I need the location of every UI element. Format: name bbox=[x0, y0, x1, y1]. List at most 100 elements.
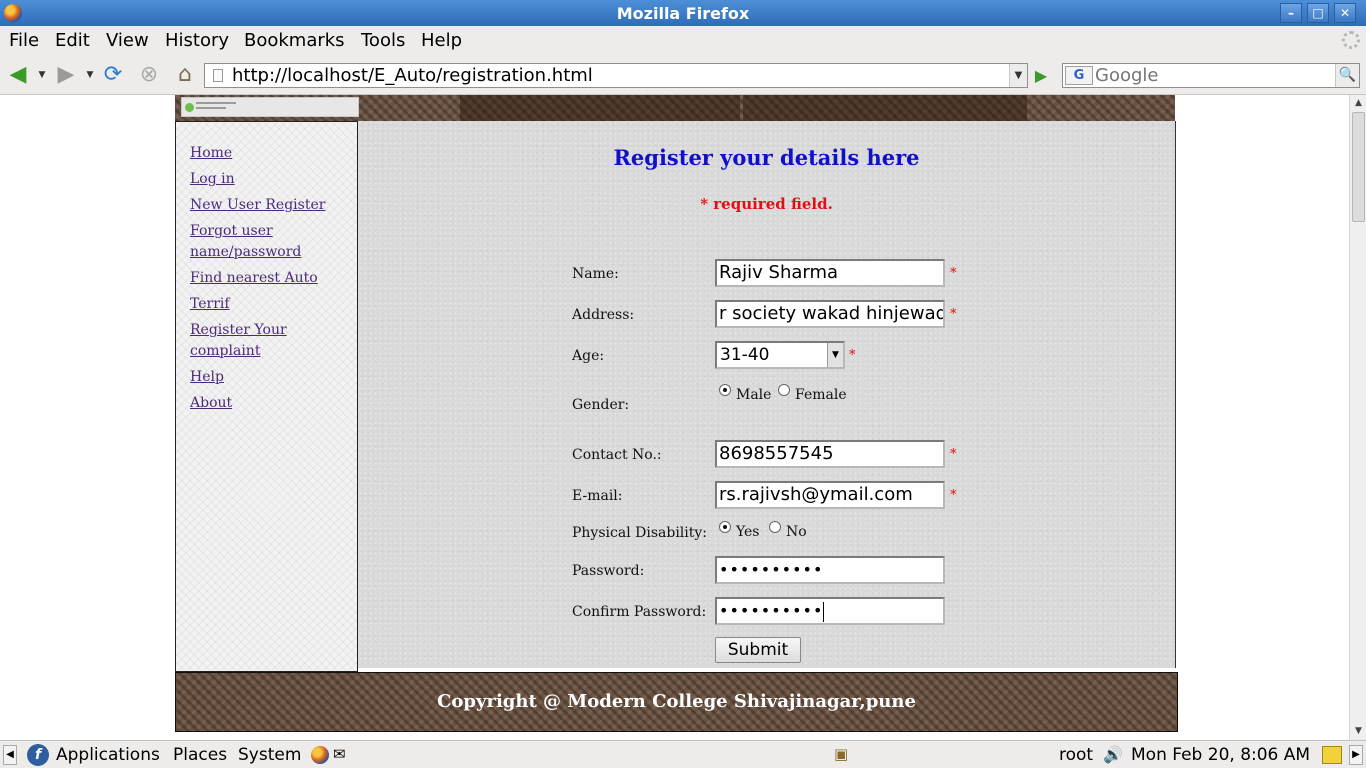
password-field[interactable]: •••••••••• bbox=[715, 556, 945, 584]
gender-female-radio[interactable] bbox=[778, 384, 790, 396]
address-bar[interactable]: http://localhost/E_Auto/registration.htm… bbox=[204, 63, 1028, 88]
sidebar-link-help[interactable]: Help bbox=[190, 367, 350, 388]
panel-scroll-right-icon[interactable]: ▶ bbox=[1349, 745, 1363, 765]
sidebar-link-terrif[interactable]: Terrif bbox=[190, 294, 350, 315]
sidebar-link-register-complaint[interactable]: Register Your complaint bbox=[190, 320, 300, 362]
sidebar-link-forgot-password[interactable]: Forgot user name/password bbox=[190, 221, 310, 263]
required-star: * bbox=[849, 348, 856, 363]
age-select-value: 31-40 bbox=[720, 345, 770, 365]
firefox-launcher-icon[interactable] bbox=[311, 746, 329, 764]
forward-history-dropdown-icon[interactable]: ▼ bbox=[84, 63, 96, 87]
menu-file[interactable]: File bbox=[9, 30, 39, 51]
user-name[interactable]: root bbox=[1059, 745, 1093, 765]
chevron-down-icon[interactable]: ▼ bbox=[827, 343, 843, 367]
go-icon[interactable]: ▶ bbox=[1030, 66, 1052, 86]
contact-field[interactable]: 8698557545 bbox=[715, 440, 945, 468]
search-input[interactable] bbox=[1095, 65, 1335, 86]
scroll-up-icon[interactable]: ▲ bbox=[1351, 96, 1366, 111]
registration-panel: Register your details here * required fi… bbox=[358, 121, 1176, 668]
gender-male-radio[interactable] bbox=[719, 384, 731, 396]
menu-history[interactable]: History bbox=[165, 30, 229, 51]
stop-icon[interactable]: ⊗ bbox=[137, 63, 161, 87]
gender-label: Gender: bbox=[572, 397, 630, 413]
close-button[interactable]: ✕ bbox=[1334, 3, 1356, 23]
mail-launcher-icon[interactable]: ✉ bbox=[333, 745, 346, 763]
home-icon[interactable]: ⌂ bbox=[172, 63, 198, 87]
menu-tools[interactable]: Tools bbox=[361, 30, 405, 51]
menu-bookmarks[interactable]: Bookmarks bbox=[244, 30, 345, 51]
disability-no-radio[interactable] bbox=[769, 521, 781, 533]
maximize-button[interactable]: □ bbox=[1307, 3, 1329, 23]
sidebar-link-new-user-register[interactable]: New User Register bbox=[190, 195, 350, 216]
confirm-password-label: Confirm Password: bbox=[572, 604, 707, 620]
required-star: * bbox=[950, 488, 957, 503]
footer: Copyright @ Modern College Shivajinagar,… bbox=[175, 672, 1178, 732]
scroll-down-icon[interactable]: ▼ bbox=[1351, 724, 1366, 739]
window-title: Mozilla Firefox bbox=[616, 4, 750, 23]
update-notifier-icon[interactable]: ▣ bbox=[834, 745, 848, 763]
url-text[interactable]: http://localhost/E_Auto/registration.htm… bbox=[232, 65, 593, 86]
banner-logo-image bbox=[181, 97, 359, 117]
banner-panel bbox=[743, 95, 1027, 121]
confirm-password-mask: •••••••••• bbox=[719, 601, 824, 620]
applications-menu[interactable]: Applications bbox=[56, 745, 160, 765]
email-label: E-mail: bbox=[572, 488, 623, 504]
menu-bar: File Edit View History Bookmarks Tools H… bbox=[0, 26, 1366, 54]
places-menu[interactable]: Places bbox=[173, 745, 227, 765]
fedora-logo-icon: f bbox=[27, 744, 49, 766]
sidebar-nav: Home Log in New User Register Forgot use… bbox=[175, 121, 358, 672]
page-title: Register your details here bbox=[613, 145, 920, 170]
contact-label: Contact No.: bbox=[572, 447, 662, 463]
back-history-dropdown-icon[interactable]: ▼ bbox=[36, 63, 48, 87]
disability-yes-label: Yes bbox=[736, 524, 760, 540]
sidebar-link-about[interactable]: About bbox=[190, 393, 350, 414]
gender-female-label: Female bbox=[795, 387, 847, 403]
back-icon[interactable]: ◀ bbox=[6, 63, 30, 87]
banner-logo-line bbox=[196, 107, 226, 109]
sidebar-link-login[interactable]: Log in bbox=[190, 169, 350, 190]
banner-logo-line bbox=[196, 102, 236, 104]
search-icon[interactable]: 🔍 bbox=[1335, 64, 1359, 87]
reload-icon[interactable]: ⟳ bbox=[101, 63, 125, 87]
age-label: Age: bbox=[572, 348, 605, 364]
footer-copyright: Copyright @ Modern College Shivajinagar,… bbox=[437, 691, 916, 712]
confirm-password-field[interactable]: •••••••••• bbox=[715, 597, 945, 625]
search-bar[interactable]: G 🔍 bbox=[1062, 63, 1360, 88]
notes-icon[interactable] bbox=[1322, 746, 1342, 764]
required-field-note: * required field. bbox=[700, 195, 833, 213]
header-banner bbox=[175, 95, 1175, 121]
clock[interactable]: Mon Feb 20, 8:06 AM bbox=[1131, 745, 1310, 765]
minimize-button[interactable]: – bbox=[1280, 3, 1302, 23]
name-field[interactable]: Rajiv Sharma bbox=[715, 259, 945, 287]
menu-edit[interactable]: Edit bbox=[55, 30, 90, 51]
menu-help[interactable]: Help bbox=[421, 30, 462, 51]
volume-icon[interactable]: 🔊 bbox=[1103, 745, 1123, 764]
name-label: Name: bbox=[572, 266, 619, 282]
disability-no-label: No bbox=[786, 524, 807, 540]
system-menu[interactable]: System bbox=[238, 745, 301, 765]
bottom-panel: ◀ f Applications Places System ✉ ▣ root … bbox=[0, 740, 1366, 768]
sidebar-link-home[interactable]: Home bbox=[190, 143, 350, 164]
disability-yes-radio[interactable] bbox=[719, 521, 731, 533]
vertical-scrollbar[interactable]: ▲ ▼ bbox=[1349, 95, 1366, 740]
address-label: Address: bbox=[572, 307, 635, 323]
banner-logo-dot bbox=[185, 103, 194, 112]
submit-button[interactable]: Submit bbox=[715, 637, 801, 663]
panel-scroll-left-icon[interactable]: ◀ bbox=[3, 745, 17, 765]
url-dropdown-icon[interactable]: ▼ bbox=[1009, 64, 1027, 87]
sidebar-link-find-nearest-auto[interactable]: Find nearest Auto bbox=[190, 268, 350, 289]
required-star: * bbox=[950, 266, 957, 281]
page-icon bbox=[213, 69, 223, 82]
text-caret bbox=[823, 601, 825, 622]
activity-throbber-icon bbox=[1342, 31, 1360, 49]
menu-view[interactable]: View bbox=[106, 30, 149, 51]
forward-icon[interactable]: ▶ bbox=[54, 63, 78, 87]
google-engine-icon[interactable]: G bbox=[1065, 66, 1093, 85]
password-label: Password: bbox=[572, 563, 645, 579]
email-field[interactable]: rs.rajivsh@ymail.com bbox=[715, 481, 945, 509]
scrollbar-thumb[interactable] bbox=[1352, 112, 1365, 222]
address-field[interactable]: r society wakad hinjewadi bbox=[715, 300, 945, 328]
required-star: * bbox=[950, 307, 957, 322]
age-select[interactable]: 31-40 ▼ bbox=[715, 341, 845, 369]
gender-male-label: Male bbox=[736, 387, 772, 403]
